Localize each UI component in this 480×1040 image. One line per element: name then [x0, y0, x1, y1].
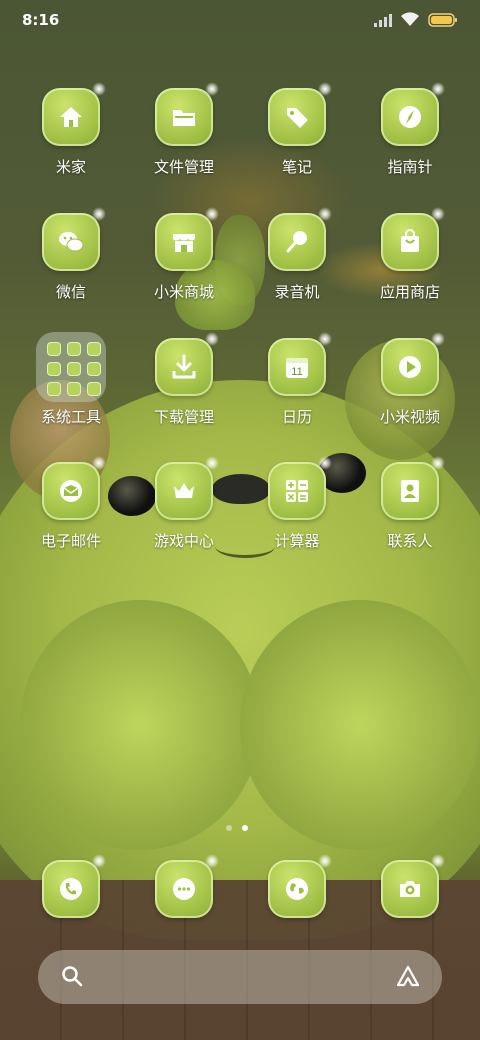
app-label: 游戏中心: [153, 532, 214, 550]
app-label: 系统工具: [40, 408, 101, 426]
app-mijia[interactable]: 米家: [15, 82, 127, 177]
calculator-icon: [268, 456, 332, 520]
app-download-manager[interactable]: 下载管理: [128, 332, 240, 427]
dock-camera[interactable]: [354, 854, 466, 918]
contact-card-icon: [381, 456, 445, 520]
crown-icon: [155, 456, 219, 520]
search-bar[interactable]: [38, 950, 442, 1004]
play-icon: [381, 332, 445, 396]
folder-system-tools[interactable]: 系统工具: [15, 332, 127, 427]
app-label: 微信: [55, 283, 86, 301]
dock-browser[interactable]: [241, 854, 353, 918]
store-icon: [155, 207, 219, 271]
app-label: 米家: [55, 158, 86, 176]
folder-grid-icon: [36, 332, 106, 402]
wechat-icon: [42, 207, 106, 271]
app-recorder[interactable]: 录音机: [241, 207, 353, 302]
app-app-store[interactable]: 应用商店: [354, 207, 466, 302]
tag-icon: [268, 82, 332, 146]
app-label: 日历: [281, 408, 312, 426]
page-dot-2[interactable]: [242, 825, 248, 831]
wifi-icon: [400, 12, 420, 27]
browser-globe-icon: [268, 854, 332, 918]
app-game-center[interactable]: 游戏中心: [128, 456, 240, 551]
page-indicator: [226, 825, 248, 831]
app-label: 录音机: [274, 283, 320, 301]
status-time: 8:16: [22, 11, 60, 29]
dock-messages[interactable]: [128, 854, 240, 918]
status-icons: [374, 12, 458, 27]
search-icon[interactable]: [60, 964, 84, 992]
calendar-icon: 11: [268, 332, 332, 396]
page-dot-1[interactable]: [226, 825, 232, 831]
microphone-icon: [268, 207, 332, 271]
app-email[interactable]: 电子邮件: [15, 456, 127, 551]
calendar-date: 11: [291, 366, 302, 378]
app-contacts[interactable]: 联系人: [354, 456, 466, 551]
phone-icon: [42, 854, 106, 918]
app-mi-video[interactable]: 小米视频: [354, 332, 466, 427]
message-icon: [155, 854, 219, 918]
download-icon: [155, 332, 219, 396]
app-file-manager[interactable]: 文件管理: [128, 82, 240, 177]
status-bar: 8:16: [0, 0, 480, 40]
mail-icon: [42, 456, 106, 520]
camera-icon: [381, 854, 445, 918]
folder-icon: [155, 82, 219, 146]
app-calendar[interactable]: 11 日历: [241, 332, 353, 427]
app-label: 下载管理: [153, 408, 214, 426]
assistant-icon[interactable]: [394, 964, 422, 992]
dock-phone[interactable]: [15, 854, 127, 918]
app-label: 计算器: [274, 532, 320, 550]
app-label: 联系人: [387, 532, 433, 550]
shopping-bag-icon: [381, 207, 445, 271]
app-wechat[interactable]: 微信: [15, 207, 127, 302]
app-label: 小米视频: [379, 408, 440, 426]
app-compass[interactable]: 指南针: [354, 82, 466, 177]
app-calculator[interactable]: 计算器: [241, 456, 353, 551]
app-label: 小米商城: [153, 283, 214, 301]
app-label: 指南针: [387, 158, 433, 176]
wallpaper-creature-arm-left: [20, 600, 260, 850]
wallpaper-creature-arm-right: [240, 600, 480, 850]
app-label: 笔记: [281, 158, 312, 176]
home-icon: [42, 82, 106, 146]
app-label: 应用商店: [379, 283, 440, 301]
battery-icon: [428, 12, 458, 27]
app-label: 文件管理: [153, 158, 214, 176]
app-label: 电子邮件: [40, 532, 101, 550]
compass-icon: [381, 82, 445, 146]
app-mi-store[interactable]: 小米商城: [128, 207, 240, 302]
app-notes[interactable]: 笔记: [241, 82, 353, 177]
signal-icon: [374, 13, 392, 27]
